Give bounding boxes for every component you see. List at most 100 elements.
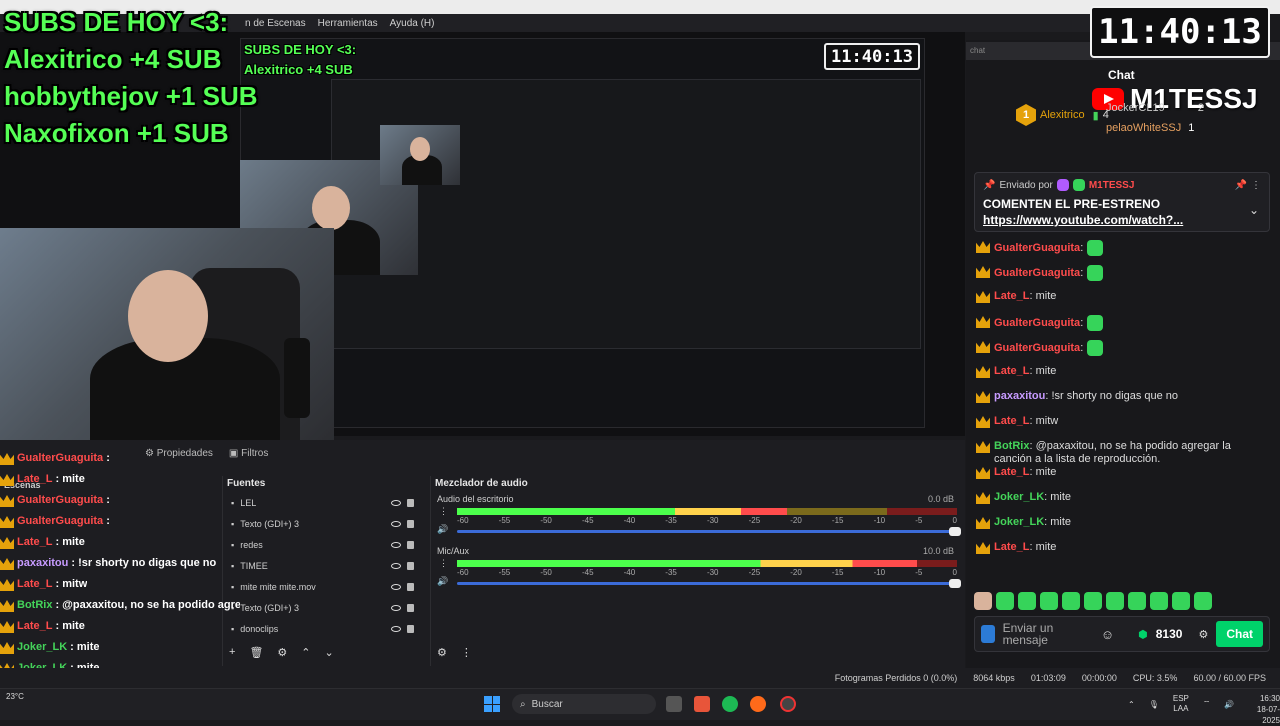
mixer-gear-icon[interactable]: ⚙	[437, 646, 447, 659]
message-user[interactable]: Late_L	[994, 365, 1029, 377]
message-user[interactable]: Late_L	[994, 541, 1029, 553]
visibility-eye-icon[interactable]	[391, 625, 401, 632]
track-menu-icon[interactable]: ⋮	[439, 558, 448, 569]
move-down-icon[interactable]: ⌄	[325, 646, 334, 659]
gear-icon[interactable]: ⚙	[277, 646, 287, 659]
message-user[interactable]: GualterGuaguita	[994, 317, 1080, 329]
emoji-icon[interactable]: ☺	[1101, 627, 1114, 642]
source-item[interactable]: ▪ redes	[223, 534, 428, 555]
windows-start-icon[interactable]	[484, 696, 500, 712]
visibility-eye-icon[interactable]	[391, 499, 401, 506]
message-body: Late_L: mite	[994, 290, 1056, 303]
chat-send-button[interactable]: Chat	[1216, 621, 1263, 647]
emote-icon	[1087, 315, 1104, 331]
visibility-eye-icon[interactable]	[391, 604, 401, 611]
more-options-icon[interactable]: ⋮	[1251, 180, 1261, 191]
mic-icon[interactable]: 🎙	[1149, 700, 1159, 709]
settings-gear-icon[interactable]: ⚙	[1198, 628, 1208, 641]
tray-chevron-icon[interactable]: ⌃	[1128, 700, 1135, 709]
visibility-eye-icon[interactable]	[391, 541, 401, 548]
menu-ayuda[interactable]: Ayuda (H)	[390, 18, 435, 29]
message-user[interactable]: Late_L	[994, 466, 1029, 478]
mixer-tracks: Audio del escritorio 0.0 dB -60 -55 -50 -45 -4…	[431, 492, 962, 596]
message-user[interactable]: BotRix	[994, 440, 1029, 452]
lock-icon[interactable]	[407, 582, 414, 591]
mixer-menu-icon[interactable]: ⋮	[461, 646, 472, 659]
lock-icon[interactable]	[407, 624, 414, 633]
pinned-by-label: Enviado por	[999, 179, 1053, 191]
source-item[interactable]: ▪ donoclips	[223, 618, 428, 639]
lock-icon[interactable]	[407, 561, 414, 570]
overlay-user: GualterGuaguita	[17, 515, 104, 527]
visibility-eye-icon[interactable]	[391, 562, 401, 569]
obs-icon[interactable]	[780, 696, 796, 712]
visibility-eye-icon[interactable]	[391, 583, 401, 590]
brave-icon[interactable]	[694, 696, 710, 712]
emote-icon[interactable]	[1194, 592, 1212, 610]
message-user[interactable]: Late_L	[994, 415, 1029, 427]
lock-icon[interactable]	[407, 603, 414, 612]
source-item[interactable]: ▪ LEL	[223, 492, 428, 513]
overlay-chat-message: Late_L: mite	[0, 469, 240, 490]
emote-icon[interactable]	[1128, 592, 1146, 610]
message-user[interactable]: GualterGuaguita	[994, 342, 1080, 354]
channel-points[interactable]: 8130	[1156, 627, 1183, 641]
task-view-icon[interactable]	[666, 696, 682, 712]
language-indicator[interactable]: ESP LAA	[1173, 694, 1189, 714]
emote-icon[interactable]	[974, 592, 992, 610]
speaker-icon[interactable]: 🔊	[1224, 700, 1234, 709]
mixer-title: Mezclador de audio	[435, 478, 528, 489]
system-clock[interactable]: 16:30 18-07-2025	[1250, 693, 1280, 726]
emote-icon[interactable]	[1084, 592, 1102, 610]
menu-herramientas[interactable]: Herramientas	[318, 18, 378, 29]
mute-speaker-icon[interactable]: 🔊	[437, 576, 448, 587]
source-item[interactable]: ▪ Texto (GDI+) 3	[223, 513, 428, 534]
emote-icon[interactable]	[1018, 592, 1036, 610]
source-item[interactable]: ▪ TIMEE	[223, 555, 428, 576]
emote-icon[interactable]	[1172, 592, 1190, 610]
source-item[interactable]: ▪ mite mite mite.mov	[223, 576, 428, 597]
volume-slider[interactable]	[457, 579, 961, 588]
chat-message: GualterGuaguita:	[976, 240, 1266, 265]
emote-icon[interactable]	[1150, 592, 1168, 610]
emote-icon[interactable]	[1062, 592, 1080, 610]
badge-icon[interactable]	[981, 625, 995, 643]
message-text: :	[1080, 241, 1084, 254]
pin-toggle-icon[interactable]: 📌	[1235, 180, 1247, 191]
pinned-message[interactable]: 📌 Enviado por M1TESSJ 📌 ⋮ COMENTEN EL PR…	[974, 172, 1270, 232]
crown-badge-icon	[976, 291, 990, 303]
emote-icon[interactable]	[996, 592, 1014, 610]
subs-line: Naxofixon +1 SUB	[4, 118, 229, 148]
emote-icon[interactable]	[1040, 592, 1058, 610]
chat-message: Late_L: mite	[976, 466, 1266, 491]
message-user[interactable]: Late_L	[994, 290, 1029, 302]
crown-badge-icon	[0, 453, 14, 465]
mute-speaker-icon[interactable]: 🔊	[437, 524, 448, 535]
lock-icon[interactable]	[407, 540, 414, 549]
wifi-icon[interactable]: ⌔	[1203, 699, 1211, 709]
emote-icon[interactable]	[1106, 592, 1124, 610]
track-menu-icon[interactable]: ⋮	[439, 506, 448, 517]
message-user[interactable]: paxaxitou	[994, 390, 1045, 402]
expand-chevron-icon[interactable]: ⌄	[1249, 203, 1259, 217]
chat-input-bar: Enviar un mensaje ☺ ⬢ 8130 ⚙ Chat	[974, 616, 1270, 652]
pinned-link[interactable]: https://www.youtube.com/watch?...	[983, 213, 1261, 227]
person-face	[312, 186, 350, 230]
lock-icon[interactable]	[407, 498, 414, 507]
message-user[interactable]: Joker_LK	[994, 516, 1044, 528]
move-up-icon[interactable]: ⌃	[301, 646, 310, 659]
lock-icon[interactable]	[407, 519, 414, 528]
spotify-icon[interactable]	[722, 696, 738, 712]
source-item[interactable]: ▪ Texto (GDI+) 3	[223, 597, 428, 618]
trash-icon[interactable]: 🗑	[249, 646, 263, 659]
weather-widget[interactable]: 23°C	[6, 692, 24, 701]
message-user[interactable]: GualterGuaguita	[994, 242, 1080, 254]
taskbar-search[interactable]: ⌕ Buscar	[512, 694, 656, 714]
browser-icon[interactable]	[750, 696, 766, 712]
overlay-user: paxaxitou	[17, 557, 69, 569]
volume-slider[interactable]	[457, 527, 961, 536]
chat-input[interactable]: Enviar un mensaje	[1003, 622, 1063, 646]
visibility-eye-icon[interactable]	[391, 520, 401, 527]
message-user[interactable]: Joker_LK	[994, 491, 1044, 503]
message-user[interactable]: GualterGuaguita	[994, 267, 1080, 279]
